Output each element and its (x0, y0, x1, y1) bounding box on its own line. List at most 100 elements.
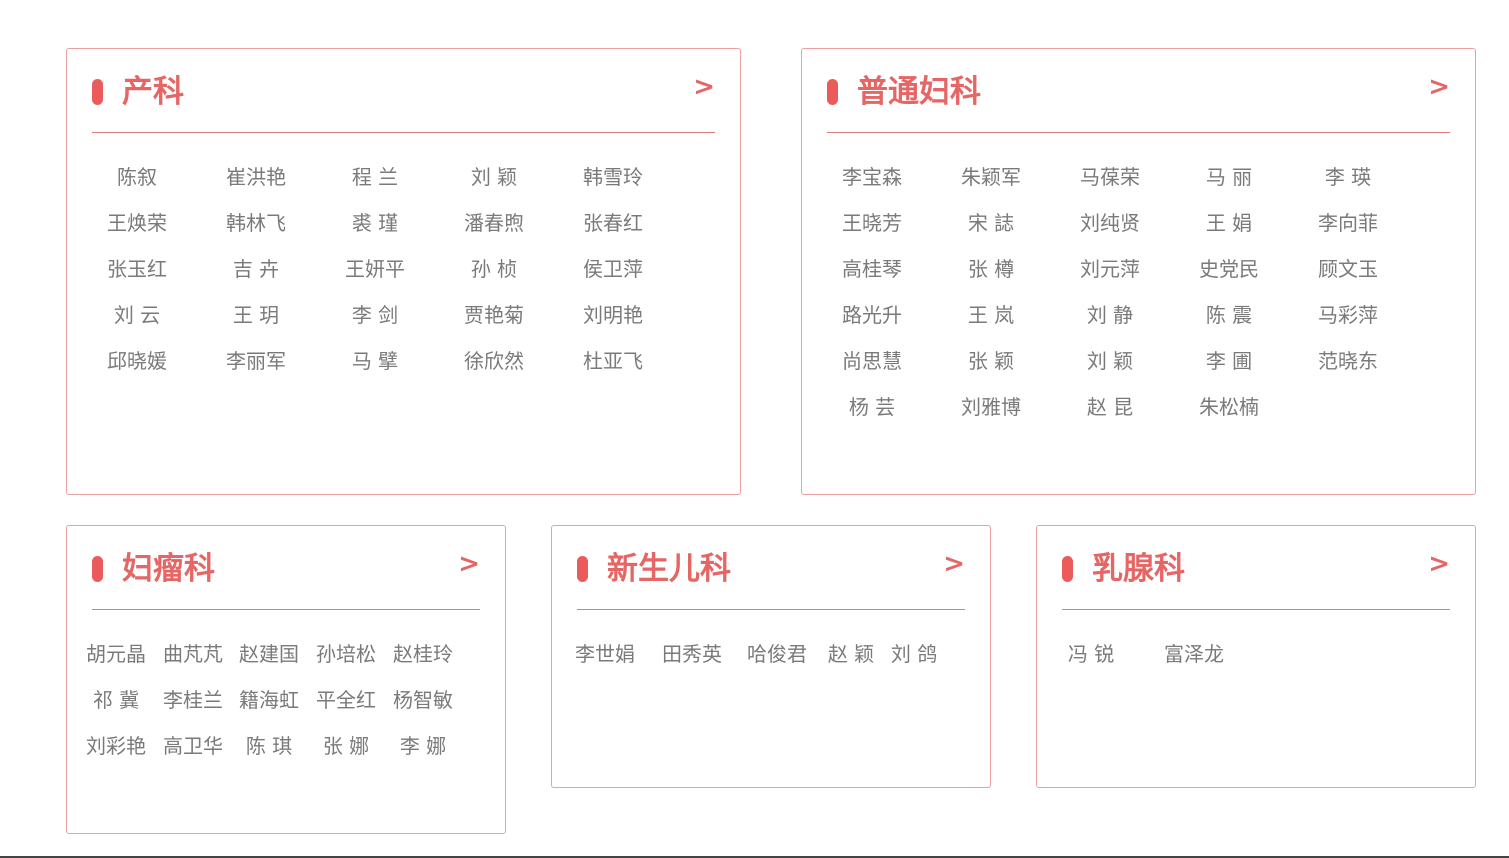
doctor-name[interactable]: 杨智敏 (393, 688, 453, 712)
doctor-name[interactable]: 祁 冀 (93, 688, 139, 712)
doctor-name[interactable]: 张 娜 (323, 734, 369, 758)
title-marker (92, 79, 103, 105)
doctor-name[interactable]: 刘雅博 (961, 395, 1021, 419)
card-breast-surgery: 乳腺科 > 冯 锐 富泽龙 (1036, 525, 1476, 788)
doctor-name[interactable]: 杜亚飞 (583, 349, 643, 373)
doctor-name[interactable]: 范晓东 (1318, 349, 1378, 373)
doctor-name[interactable]: 刘 鸽 (891, 642, 937, 666)
doctor-name[interactable]: 高卫华 (163, 734, 223, 758)
doctor-name[interactable]: 朱颖军 (961, 165, 1021, 189)
doctor-name[interactable]: 李向菲 (1318, 211, 1378, 235)
more-chevron-icon[interactable]: > (458, 550, 480, 578)
doctor-name[interactable]: 潘春煦 (464, 211, 524, 235)
doctor-name[interactable]: 马葆荣 (1080, 165, 1140, 189)
section-title: 乳腺科 (1092, 551, 1185, 587)
doctor-name[interactable]: 陈叙 (117, 165, 157, 189)
doctor-name[interactable]: 韩林飞 (226, 211, 286, 235)
doctor-name[interactable]: 李桂兰 (163, 688, 223, 712)
doctor-name[interactable]: 哈俊君 (747, 642, 807, 666)
doctor-name[interactable]: 宋 誌 (968, 211, 1014, 235)
more-chevron-icon[interactable]: > (943, 550, 965, 578)
doctor-name[interactable]: 张玉红 (107, 257, 167, 281)
doctor-name[interactable]: 刘 颖 (471, 165, 517, 189)
doctor-name[interactable]: 田秀英 (662, 642, 722, 666)
doctor-name[interactable]: 侯卫萍 (583, 257, 643, 281)
doctor-name[interactable]: 李 娜 (400, 734, 446, 758)
doctor-name[interactable]: 路光升 (842, 303, 902, 327)
doctor-name[interactable]: 孙培松 (316, 642, 376, 666)
card-obstetrics: 产科 > 陈叙 崔洪艳 程 兰 刘 颖 韩雪玲王焕荣 韩林飞 裘 瑾 潘春煦 张春红张玉红 吉 卉… (66, 48, 741, 495)
doctor-name[interactable]: 李宝森 (842, 165, 902, 189)
more-chevron-icon[interactable]: > (693, 73, 715, 101)
doctor-name[interactable]: 张 颖 (968, 349, 1014, 373)
doctor-name[interactable]: 李丽军 (226, 349, 286, 373)
doctor-name[interactable]: 韩雪玲 (583, 165, 643, 189)
doctor-name[interactable]: 赵桂玲 (393, 642, 453, 666)
doctor-name[interactable]: 王晓芳 (842, 211, 902, 235)
doctor-name[interactable]: 杨 芸 (849, 395, 895, 419)
card-header: 妇瘤科 > (92, 526, 480, 610)
doctor-name[interactable]: 史党民 (1199, 257, 1259, 281)
doctor-name[interactable]: 马彩萍 (1318, 303, 1378, 327)
doctor-name[interactable]: 张春红 (583, 211, 643, 235)
doctor-name[interactable]: 孙 桢 (471, 257, 517, 281)
title-marker (1062, 556, 1073, 582)
card-header: 新生儿科 > (577, 526, 965, 610)
doctor-name[interactable]: 张 樽 (968, 257, 1014, 281)
doctor-name[interactable]: 富泽龙 (1164, 642, 1224, 666)
doctor-name[interactable]: 刘 静 (1087, 303, 1133, 327)
doctor-name[interactable]: 刘明艳 (583, 303, 643, 327)
doctor-name[interactable]: 朱松楠 (1199, 395, 1259, 419)
section-title: 普通妇科 (857, 74, 981, 110)
section-title: 产科 (122, 74, 184, 110)
doctor-name[interactable]: 刘纯贤 (1080, 211, 1140, 235)
doctor-name[interactable]: 吉 卉 (233, 257, 279, 281)
doctor-name[interactable]: 徐欣然 (464, 349, 524, 373)
title-marker (827, 79, 838, 105)
doctor-name[interactable]: 赵 昆 (1087, 395, 1133, 419)
card-general-gynecology: 普通妇科 > 李宝森 朱颖军 马葆荣 马 丽 李 瑛王晓芳 宋 誌 刘纯贤 王 娟 李向菲高桂琴… (801, 48, 1476, 495)
card-header: 产科 > (92, 49, 715, 133)
doctor-name[interactable]: 顾文玉 (1318, 257, 1378, 281)
doctor-name[interactable]: 王 玥 (233, 303, 279, 327)
doctor-name[interactable]: 高桂琴 (842, 257, 902, 281)
doctor-name[interactable]: 刘元萍 (1080, 257, 1140, 281)
doctor-name[interactable]: 冯 锐 (1068, 642, 1114, 666)
card-header: 普通妇科 > (827, 49, 1450, 133)
doctor-name[interactable]: 马 丽 (1206, 165, 1252, 189)
doctor-name[interactable]: 王妍平 (345, 257, 405, 281)
doctor-name[interactable]: 邱晓媛 (107, 349, 167, 373)
doctor-name[interactable]: 马 擘 (352, 349, 398, 373)
more-chevron-icon[interactable]: > (1428, 73, 1450, 101)
doctor-name[interactable]: 赵 颖 (828, 642, 874, 666)
more-chevron-icon[interactable]: > (1428, 550, 1450, 578)
doctor-name[interactable]: 崔洪艳 (226, 165, 286, 189)
card-gynecologic-oncology: 妇瘤科 > 胡元晶 曲芃芃 赵建国 孙培松 赵桂玲祁 冀李桂兰 籍海虹 平全红 杨智敏刘彩艳高… (66, 525, 506, 834)
doctor-name[interactable]: 尚思慧 (842, 349, 902, 373)
section-title: 新生儿科 (607, 551, 731, 587)
doctor-name[interactable]: 陈 琪 (246, 734, 292, 758)
doctor-name[interactable]: 李世娟 (575, 642, 635, 666)
doctor-name[interactable]: 李 圃 (1206, 349, 1252, 373)
doctor-name[interactable]: 王 娟 (1206, 211, 1252, 235)
doctor-name[interactable]: 曲芃芃 (163, 642, 223, 666)
title-marker (577, 556, 588, 582)
doctor-name[interactable]: 平全红 (316, 688, 376, 712)
doctor-name[interactable]: 裘 瑾 (352, 211, 398, 235)
doctor-name[interactable]: 赵建国 (239, 642, 299, 666)
doctor-name[interactable]: 李 瑛 (1325, 165, 1371, 189)
card-header: 乳腺科 > (1062, 526, 1450, 610)
doctor-name[interactable]: 刘彩艳 (86, 734, 146, 758)
doctor-name[interactable]: 李 剑 (352, 303, 398, 327)
doctor-name[interactable]: 刘 云 (114, 303, 160, 327)
doctor-name[interactable]: 籍海虹 (239, 688, 299, 712)
doctor-name[interactable]: 王焕荣 (107, 211, 167, 235)
title-marker (92, 556, 103, 582)
doctor-name[interactable]: 程 兰 (352, 165, 398, 189)
doctor-name[interactable]: 胡元晶 (86, 642, 146, 666)
section-title: 妇瘤科 (122, 551, 215, 587)
doctor-name[interactable]: 刘 颖 (1087, 349, 1133, 373)
doctor-name[interactable]: 王 岚 (968, 303, 1014, 327)
doctor-name[interactable]: 陈 震 (1206, 303, 1252, 327)
doctor-name[interactable]: 贾艳菊 (464, 303, 524, 327)
